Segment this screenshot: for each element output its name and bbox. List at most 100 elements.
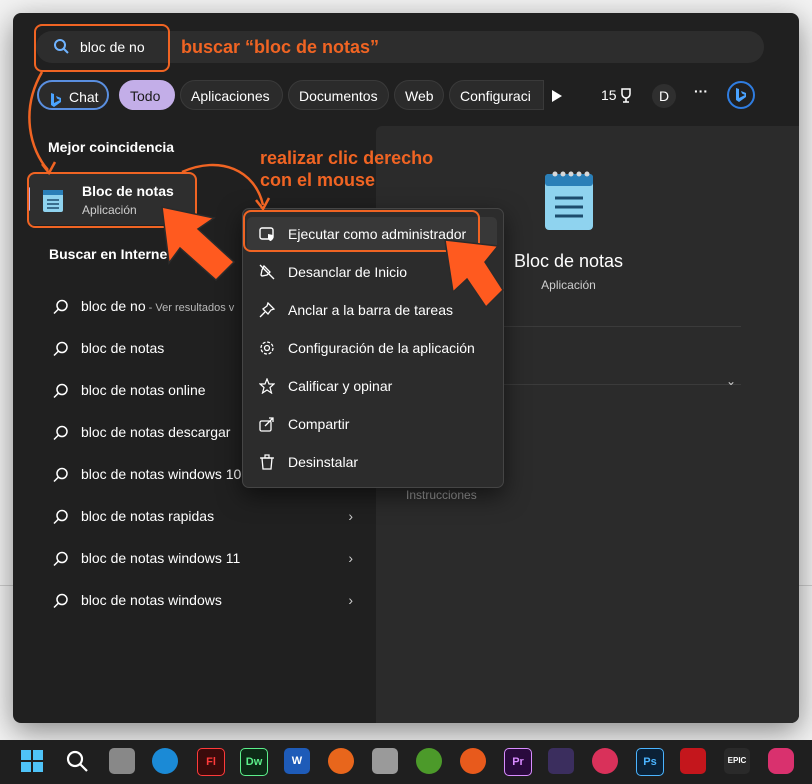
web-result-text: bloc de notas descargar [81,424,230,440]
search-icon [53,467,68,483]
taskbar-search-icon[interactable] [65,749,89,773]
rewards-count: 15 [601,87,617,103]
dreamweaver-icon[interactable]: Dw [240,748,268,776]
preview-partial-item[interactable]: Instrucciones [406,488,477,502]
best-match-highlight-box [27,172,197,228]
search-highlight-box [34,24,170,72]
media-encoder-icon[interactable] [548,748,574,774]
search-annotation: buscar “bloc de notas” [181,37,380,57]
filter-chat[interactable]: Chat [37,80,109,110]
context-menu-item[interactable]: Desanclar de Inicio [247,255,497,289]
context-menu-label: Desinstalar [288,454,359,470]
web-search-title: Buscar en Interne [49,246,168,262]
account-avatar[interactable]: D [652,84,676,108]
web-result-item[interactable]: bloc de notas windows 11 › [53,548,353,572]
word-label: W [291,755,303,767]
premiere-icon[interactable]: Pr [504,748,532,776]
creative-cloud-icon[interactable] [592,748,618,774]
admin-highlight-box [243,210,480,252]
word-icon[interactable]: W [284,748,310,774]
filter-documentos[interactable]: Documentos [288,80,389,110]
context-menu-item[interactable]: Anclar a la barra de tareas [247,293,497,327]
chevron-right-icon[interactable]: › [348,508,353,524]
acrobat-icon[interactable] [680,748,706,774]
web-result-query: bloc de notas windows 11 [81,550,241,566]
chevron-right-icon[interactable]: › [348,592,353,608]
filter-configuracion[interactable]: Configuraci [449,80,544,110]
filter-todo[interactable]: Todo [119,80,175,110]
play-icon[interactable] [551,89,563,103]
g-app-icon[interactable] [460,748,486,774]
web-result-item[interactable]: bloc de notas windows › [53,590,353,614]
context-menu-label: Calificar y opinar [288,378,393,394]
taskbar: Fl Dw W Pr Ps EPIC [0,740,812,784]
web-result-text: bloc de notas rapidas [81,508,214,524]
flash-icon[interactable]: Fl [197,748,225,776]
search-icon [53,299,68,315]
context-menu-label: Anclar a la barra de tareas [288,302,453,318]
instagram-icon[interactable] [768,748,794,774]
web-result-query: bloc de notas windows 10 [81,466,242,482]
share-icon [259,417,274,432]
trophy-icon[interactable] [619,88,633,104]
filter-web-label: Web [405,88,434,104]
filter-aplicaciones[interactable]: Aplicaciones [180,80,283,110]
task-view-icon[interactable] [109,748,135,774]
web-result-query: bloc de notas descargar [81,424,231,440]
filter-configuracion-label: Configuraci [460,88,531,104]
web-result-query: bloc de notas [81,340,165,356]
epic-games-label: EPIC [727,756,747,765]
context-menu-item[interactable]: Desinstalar [247,445,497,479]
filter-aplicaciones-label: Aplicaciones [191,88,270,104]
windows-start-icon[interactable] [20,749,44,773]
more-options-icon[interactable]: ··· [694,83,708,99]
best-match-title: Mejor coincidencia [48,139,175,155]
web-result-query: bloc de notas online [81,382,206,398]
gear-icon [260,341,274,355]
unpin-icon [259,264,275,280]
context-menu-item[interactable]: Compartir [247,407,497,441]
web-result-text: bloc de notas windows [81,592,222,608]
filter-web[interactable]: Web [394,80,444,110]
web-result-text: bloc de notas windows 11 [81,550,240,566]
search-icon [53,383,68,399]
web-result-query: bloc de notas windows [81,592,222,608]
web-result-item[interactable]: bloc de notas rapidas › [53,506,353,530]
web-result-query: bloc de notas rapidas [81,508,215,524]
right-click-annotation-1: realizar clic derecho [260,148,434,168]
expand-chevron-icon[interactable]: ⌄ [726,374,736,388]
web-result-suffix: - Ver resultados v [145,302,235,314]
photoshop-icon[interactable]: Ps [636,748,664,776]
search-icon [53,551,68,567]
context-menu-item[interactable]: Configuración de la aplicación [247,331,497,365]
premiere-label: Pr [512,756,524,768]
photoshop-label: Ps [643,756,657,768]
epic-games-icon[interactable]: EPIC [724,748,750,774]
search-icon [53,425,68,441]
web-result-text: bloc de notas windows 10 [81,466,241,482]
edge-icon[interactable] [152,748,178,774]
firefox-icon[interactable] [328,748,354,774]
search-icon [53,509,68,525]
filter-documentos-label: Documentos [299,88,378,104]
inkscape-icon[interactable] [416,748,442,774]
context-menu-label: Configuración de la aplicación [288,340,475,356]
web-result-query: bloc de no [81,298,146,314]
notepad-large-icon [545,171,593,230]
flash-label: Fl [206,756,216,768]
web-result-text: bloc de no - Ver resultados v [81,298,234,314]
bing-chat-icon [49,88,63,108]
context-menu-item[interactable]: Calificar y opinar [247,369,497,403]
chevron-right-icon[interactable]: › [348,550,353,566]
star-icon [259,378,275,394]
search-icon [53,593,68,609]
dreamweaver-label: Dw [245,756,263,768]
trash-icon [260,454,274,470]
bing-icon[interactable] [727,81,755,109]
web-result-text: bloc de notas online [81,382,206,398]
account-initial: D [658,88,670,104]
camera-icon[interactable] [372,748,398,774]
pin-icon [259,302,275,318]
context-menu-label: Compartir [288,416,350,432]
web-result-text: bloc de notas [81,340,164,356]
